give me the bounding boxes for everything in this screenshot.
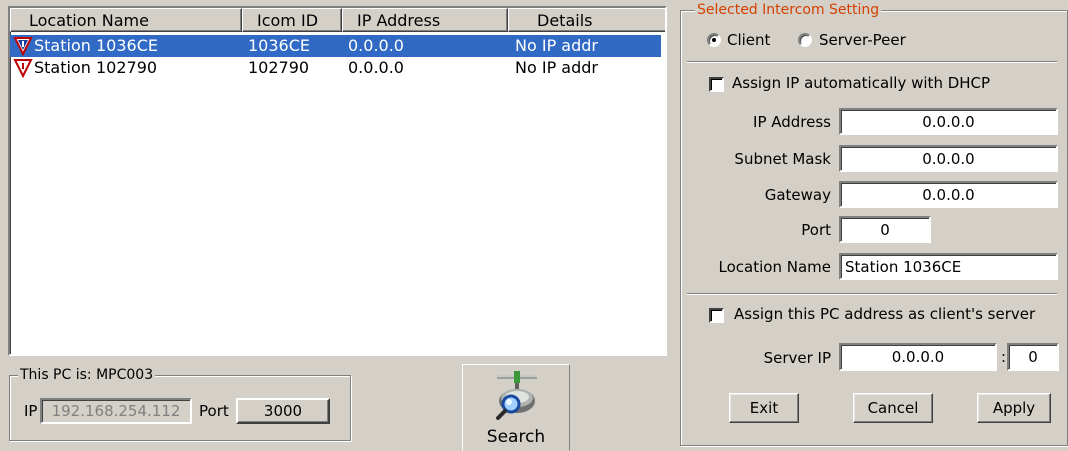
- network-search-icon: [496, 371, 537, 420]
- station-details: No IP addr: [515, 58, 598, 77]
- ip-address-field[interactable]: 0.0.0.0: [839, 108, 1058, 135]
- server-peer-radio[interactable]: [798, 33, 812, 47]
- dhcp-checkbox[interactable]: [709, 77, 724, 92]
- column-details[interactable]: Details: [508, 8, 665, 32]
- server-port-field[interactable]: 0: [1007, 343, 1059, 371]
- search-button[interactable]: Search: [462, 364, 570, 451]
- column-location-name[interactable]: Location Name: [10, 8, 242, 32]
- server-peer-radio-label: Server-Peer: [819, 31, 906, 49]
- settings-title: Selected Intercom Setting: [695, 1, 882, 19]
- server-ip-label: Server IP: [763, 349, 831, 367]
- column-ip-address[interactable]: IP Address: [342, 8, 508, 32]
- station-list[interactable]: Location Name Icom ID IP Address Details…: [8, 6, 667, 356]
- port-field[interactable]: 0: [839, 216, 931, 243]
- pc-port-field: 3000: [236, 398, 330, 424]
- subnet-mask-label: Subnet Mask: [734, 150, 831, 168]
- pc-ip-field: 192.168.254.112: [40, 398, 192, 424]
- location-name-label: Location Name: [718, 258, 831, 276]
- this-pc-group: This PC is: MPC003 IP 192.168.254.112 Po…: [9, 366, 351, 441]
- separator: [687, 61, 1057, 63]
- list-item-station-102790[interactable]: Station 102790 102790 0.0.0.0 No IP addr: [10, 57, 661, 79]
- cancel-button[interactable]: Cancel: [853, 393, 933, 423]
- assign-server-checkbox[interactable]: [709, 308, 724, 323]
- assign-server-label: Assign this PC address as client's serve…: [734, 305, 1036, 323]
- station-icom-id: 102790: [248, 58, 310, 77]
- list-item-station-1036ce[interactable]: Station 1036CE 1036CE 0.0.0.0 No IP addr: [10, 35, 661, 57]
- station-details: No IP addr: [515, 36, 598, 55]
- location-name-field[interactable]: Station 1036CE: [839, 253, 1058, 280]
- subnet-mask-field[interactable]: 0.0.0.0: [839, 145, 1058, 172]
- port-label: Port: [801, 221, 831, 239]
- station-name: Station 1036CE: [34, 36, 158, 55]
- pc-ip-label: IP: [24, 402, 38, 420]
- gateway-label: Gateway: [764, 186, 831, 204]
- station-icom-id: 1036CE: [248, 36, 310, 55]
- client-radio-label: Client: [727, 31, 771, 49]
- ip-address-label: IP Address: [753, 113, 831, 131]
- station-ip: 0.0.0.0: [348, 58, 404, 77]
- list-header: Location Name Icom ID IP Address Details: [10, 8, 665, 34]
- gateway-field[interactable]: 0.0.0.0: [839, 181, 1058, 208]
- client-radio[interactable]: [707, 33, 721, 47]
- apply-button[interactable]: Apply: [977, 393, 1051, 423]
- pc-port-label: Port: [199, 402, 229, 420]
- intercom-settings-group: Selected Intercom Setting Client Server-…: [680, 1, 1068, 446]
- this-pc-title: This PC is: MPC003: [18, 366, 156, 384]
- search-label: Search: [486, 427, 546, 447]
- server-port-separator: :: [1001, 348, 1007, 366]
- server-ip-field[interactable]: 0.0.0.0: [839, 343, 997, 371]
- station-tamper-icon: [13, 37, 33, 56]
- station-tamper-icon: [13, 59, 33, 78]
- exit-button[interactable]: Exit: [729, 393, 799, 423]
- dhcp-label: Assign IP automatically with DHCP: [732, 74, 991, 92]
- station-ip: 0.0.0.0: [348, 36, 404, 55]
- separator: [687, 293, 1057, 295]
- column-icom-id[interactable]: Icom ID: [242, 8, 342, 32]
- station-name: Station 102790: [34, 58, 158, 77]
